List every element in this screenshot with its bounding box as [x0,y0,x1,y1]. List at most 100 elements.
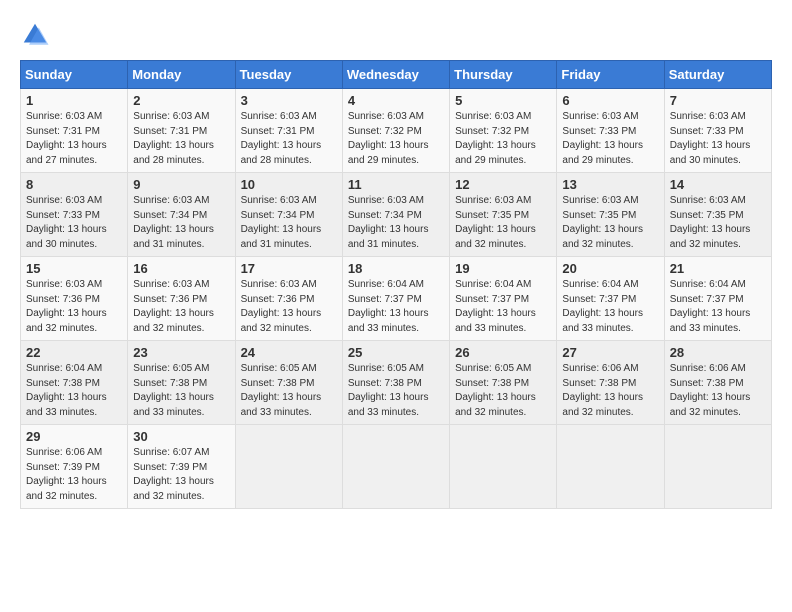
day-number: 14 [670,177,766,192]
day-info: Sunrise: 6:04 AM Sunset: 7:37 PM Dayligh… [348,278,444,336]
day-number: 8 [26,177,122,192]
calendar-cell: 19 Sunrise: 6:04 AM Sunset: 7:37 PM Dayli… [450,257,557,341]
calendar-week-5: 29 Sunrise: 6:06 AM Sunset: 7:39 PM Dayli… [21,425,772,509]
day-info: Sunrise: 6:03 AM Sunset: 7:34 PM Dayligh… [241,194,337,252]
day-number: 16 [133,261,229,276]
page-header [20,20,772,50]
calendar-week-2: 8 Sunrise: 6:03 AM Sunset: 7:33 PM Daylig… [21,173,772,257]
day-info: Sunrise: 6:06 AM Sunset: 7:38 PM Dayligh… [670,362,766,420]
day-info: Sunrise: 6:03 AM Sunset: 7:36 PM Dayligh… [241,278,337,336]
calendar-cell: 25 Sunrise: 6:05 AM Sunset: 7:38 PM Dayli… [342,341,449,425]
calendar-cell: 6 Sunrise: 6:03 AM Sunset: 7:33 PM Daylig… [557,89,664,173]
calendar-cell: 29 Sunrise: 6:06 AM Sunset: 7:39 PM Dayli… [21,425,128,509]
calendar-cell [664,425,771,509]
day-info: Sunrise: 6:03 AM Sunset: 7:34 PM Dayligh… [348,194,444,252]
header-wednesday: Wednesday [342,61,449,89]
day-info: Sunrise: 6:06 AM Sunset: 7:39 PM Dayligh… [26,446,122,504]
day-info: Sunrise: 6:03 AM Sunset: 7:36 PM Dayligh… [26,278,122,336]
day-number: 11 [348,177,444,192]
calendar-cell: 15 Sunrise: 6:03 AM Sunset: 7:36 PM Dayli… [21,257,128,341]
day-number: 28 [670,345,766,360]
calendar-cell [557,425,664,509]
day-info: Sunrise: 6:05 AM Sunset: 7:38 PM Dayligh… [241,362,337,420]
day-number: 6 [562,93,658,108]
day-number: 27 [562,345,658,360]
calendar-week-3: 15 Sunrise: 6:03 AM Sunset: 7:36 PM Dayli… [21,257,772,341]
header-thursday: Thursday [450,61,557,89]
day-number: 20 [562,261,658,276]
day-info: Sunrise: 6:04 AM Sunset: 7:38 PM Dayligh… [26,362,122,420]
day-number: 25 [348,345,444,360]
day-number: 18 [348,261,444,276]
day-info: Sunrise: 6:04 AM Sunset: 7:37 PM Dayligh… [670,278,766,336]
header-sunday: Sunday [21,61,128,89]
day-number: 2 [133,93,229,108]
day-number: 4 [348,93,444,108]
day-number: 29 [26,429,122,444]
day-info: Sunrise: 6:03 AM Sunset: 7:34 PM Dayligh… [133,194,229,252]
day-info: Sunrise: 6:03 AM Sunset: 7:35 PM Dayligh… [562,194,658,252]
calendar-cell: 23 Sunrise: 6:05 AM Sunset: 7:38 PM Dayli… [128,341,235,425]
day-info: Sunrise: 6:07 AM Sunset: 7:39 PM Dayligh… [133,446,229,504]
day-info: Sunrise: 6:05 AM Sunset: 7:38 PM Dayligh… [133,362,229,420]
calendar-cell: 26 Sunrise: 6:05 AM Sunset: 7:38 PM Dayli… [450,341,557,425]
calendar-cell: 9 Sunrise: 6:03 AM Sunset: 7:34 PM Daylig… [128,173,235,257]
calendar-cell: 4 Sunrise: 6:03 AM Sunset: 7:32 PM Daylig… [342,89,449,173]
day-number: 9 [133,177,229,192]
calendar-table: SundayMondayTuesdayWednesdayThursdayFrid… [20,60,772,509]
calendar-header-row: SundayMondayTuesdayWednesdayThursdayFrid… [21,61,772,89]
calendar-cell [235,425,342,509]
day-number: 19 [455,261,551,276]
day-number: 30 [133,429,229,444]
day-info: Sunrise: 6:05 AM Sunset: 7:38 PM Dayligh… [348,362,444,420]
calendar-cell: 21 Sunrise: 6:04 AM Sunset: 7:37 PM Dayli… [664,257,771,341]
calendar-week-1: 1Sunrise: 6:03 AM Sunset: 7:31 PM Daylig… [21,89,772,173]
calendar-cell: 3Sunrise: 6:03 AM Sunset: 7:31 PM Daylig… [235,89,342,173]
calendar-week-4: 22 Sunrise: 6:04 AM Sunset: 7:38 PM Dayli… [21,341,772,425]
day-number: 21 [670,261,766,276]
calendar-cell: 17 Sunrise: 6:03 AM Sunset: 7:36 PM Dayli… [235,257,342,341]
calendar-cell: 30 Sunrise: 6:07 AM Sunset: 7:39 PM Dayli… [128,425,235,509]
calendar-cell: 13 Sunrise: 6:03 AM Sunset: 7:35 PM Dayli… [557,173,664,257]
logo [20,20,54,50]
day-info: Sunrise: 6:03 AM Sunset: 7:35 PM Dayligh… [670,194,766,252]
calendar-cell: 14 Sunrise: 6:03 AM Sunset: 7:35 PM Dayli… [664,173,771,257]
logo-icon [20,20,50,50]
calendar-cell: 5 Sunrise: 6:03 AM Sunset: 7:32 PM Daylig… [450,89,557,173]
day-info: Sunrise: 6:03 AM Sunset: 7:33 PM Dayligh… [26,194,122,252]
calendar-cell: 18 Sunrise: 6:04 AM Sunset: 7:37 PM Dayli… [342,257,449,341]
calendar-cell: 16 Sunrise: 6:03 AM Sunset: 7:36 PM Dayli… [128,257,235,341]
day-number: 5 [455,93,551,108]
calendar-cell: 1Sunrise: 6:03 AM Sunset: 7:31 PM Daylig… [21,89,128,173]
day-info: Sunrise: 6:03 AM Sunset: 7:32 PM Dayligh… [455,110,551,168]
day-info: Sunrise: 6:03 AM Sunset: 7:31 PM Dayligh… [241,110,337,168]
calendar-cell: 22 Sunrise: 6:04 AM Sunset: 7:38 PM Dayli… [21,341,128,425]
header-saturday: Saturday [664,61,771,89]
day-info: Sunrise: 6:03 AM Sunset: 7:36 PM Dayligh… [133,278,229,336]
calendar-cell: 7Sunrise: 6:03 AM Sunset: 7:33 PM Daylig… [664,89,771,173]
day-number: 23 [133,345,229,360]
calendar-cell: 20Sunrise: 6:04 AM Sunset: 7:37 PM Dayli… [557,257,664,341]
day-number: 24 [241,345,337,360]
day-info: Sunrise: 6:03 AM Sunset: 7:31 PM Dayligh… [26,110,122,168]
calendar-cell [450,425,557,509]
calendar-cell: 8 Sunrise: 6:03 AM Sunset: 7:33 PM Daylig… [21,173,128,257]
day-info: Sunrise: 6:03 AM Sunset: 7:33 PM Dayligh… [562,110,658,168]
header-tuesday: Tuesday [235,61,342,89]
header-monday: Monday [128,61,235,89]
day-number: 10 [241,177,337,192]
day-info: Sunrise: 6:04 AM Sunset: 7:37 PM Dayligh… [455,278,551,336]
day-info: Sunrise: 6:05 AM Sunset: 7:38 PM Dayligh… [455,362,551,420]
calendar-cell: 28 Sunrise: 6:06 AM Sunset: 7:38 PM Dayli… [664,341,771,425]
day-info: Sunrise: 6:06 AM Sunset: 7:38 PM Dayligh… [562,362,658,420]
header-friday: Friday [557,61,664,89]
day-number: 22 [26,345,122,360]
day-info: Sunrise: 6:03 AM Sunset: 7:32 PM Dayligh… [348,110,444,168]
day-number: 13 [562,177,658,192]
day-number: 12 [455,177,551,192]
day-number: 15 [26,261,122,276]
calendar-cell: 27 Sunrise: 6:06 AM Sunset: 7:38 PM Dayli… [557,341,664,425]
day-info: Sunrise: 6:03 AM Sunset: 7:31 PM Dayligh… [133,110,229,168]
day-number: 26 [455,345,551,360]
day-number: 17 [241,261,337,276]
